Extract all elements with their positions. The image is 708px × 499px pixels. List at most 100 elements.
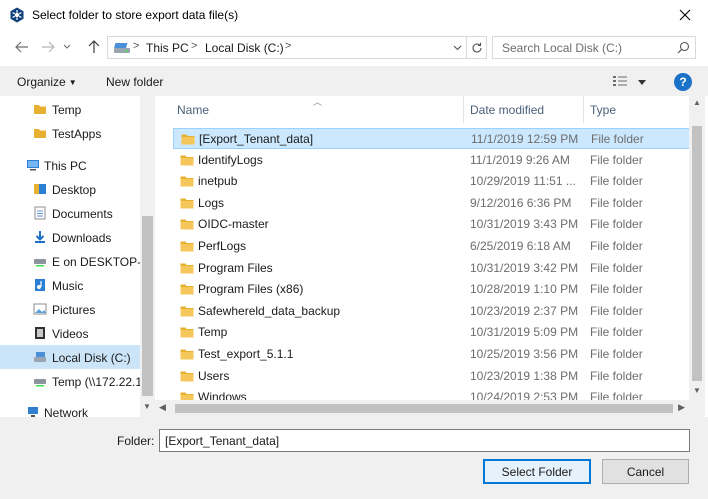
sidebar-item-documents[interactable]: Documents (0, 202, 140, 224)
breadcrumb-local-disk[interactable]: Local Disk (C:) (205, 41, 284, 55)
sidebar-item-e-drive[interactable]: E on DESKTOP-S (0, 250, 149, 272)
file-type: File folder (590, 282, 643, 297)
refresh-button[interactable] (466, 37, 486, 58)
table-row[interactable]: Temp 10/31/2019 5:09 PM File folder (173, 322, 690, 343)
close-icon (679, 9, 691, 21)
table-row[interactable]: IdentifyLogs 11/1/2019 9:26 AM File folder (173, 150, 690, 171)
scrollbar-thumb[interactable] (692, 126, 702, 381)
column-header-date-modified[interactable]: Date modified (470, 103, 544, 117)
breadcrumb-separator[interactable]: > (285, 40, 291, 52)
table-row[interactable]: inetpub 10/29/2019 11:51 ... File folder (173, 171, 690, 192)
table-row[interactable]: Logs 9/12/2016 6:36 PM File folder (173, 193, 690, 214)
scroll-up-arrow-icon[interactable]: ▲ (693, 98, 701, 107)
scroll-down-arrow-icon[interactable]: ▼ (143, 402, 151, 411)
window-title: Select folder to store export data file(… (32, 8, 239, 22)
close-button[interactable] (662, 0, 708, 30)
file-name: PerfLogs (198, 239, 247, 253)
breadcrumb-separator[interactable]: > (191, 40, 197, 52)
folder-icon (180, 263, 194, 274)
sidebar-item-network[interactable]: Network (0, 401, 140, 417)
column-divider[interactable] (463, 96, 464, 123)
column-header-name[interactable]: Name (177, 103, 209, 117)
address-bar[interactable]: > This PC > Local Disk (C:) > (107, 36, 487, 59)
file-type: File folder (590, 303, 643, 318)
sidebar-item-music[interactable]: Music (0, 274, 140, 296)
file-name: Test_export_5.1.1 (198, 347, 294, 361)
sidebar-item-testapps[interactable]: TestApps (0, 122, 140, 144)
sidebar-item-pictures[interactable]: Pictures (0, 298, 140, 320)
scrollbar-corner (689, 400, 705, 417)
sidebar-item-label: This PC (44, 159, 87, 173)
table-row[interactable]: [Export_Tenant_data] 11/1/2019 12:59 PM Fi… (173, 128, 690, 149)
file-date-modified: 6/25/2019 6:18 AM (470, 239, 571, 253)
sidebar-item-videos[interactable]: Videos (0, 322, 140, 344)
table-row[interactable]: OIDC-master 10/31/2019 3:43 PM File folder (173, 214, 690, 235)
folder-label: Folder: (117, 434, 155, 448)
table-row[interactable]: PerfLogs 6/25/2019 6:18 AM File folder (173, 236, 690, 257)
drive-icon (114, 43, 130, 53)
folder-input[interactable] (159, 429, 690, 452)
search-box[interactable]: Search Local Disk (C:) (492, 36, 696, 59)
back-button[interactable] (11, 36, 33, 58)
select-folder-button[interactable]: Select Folder (483, 459, 591, 484)
drive-icon (34, 352, 46, 362)
recent-locations-button[interactable] (60, 36, 74, 58)
change-view-button[interactable] (612, 74, 648, 90)
sidebar-item-label: Temp (52, 103, 82, 117)
refresh-icon (471, 42, 482, 52)
up-button[interactable] (83, 36, 105, 58)
cancel-button[interactable]: Cancel (602, 459, 689, 484)
up-arrow-icon (88, 40, 100, 53)
file-list-vertical-scrollbar[interactable]: ▲ ▼ (689, 96, 705, 400)
navigation-pane-scrollbar[interactable]: ▼ (140, 96, 155, 417)
file-name: inetpub (198, 174, 238, 189)
folder-icon (180, 306, 194, 317)
organize-menu[interactable]: Organize ▼ (17, 75, 77, 89)
help-button[interactable]: ? (674, 73, 692, 91)
table-row[interactable]: Safewhereld_data_backup 10/23/2019 2:37 P… (173, 301, 690, 322)
breadcrumb-this-pc[interactable]: This PC (146, 41, 189, 55)
scroll-down-arrow-icon[interactable]: ▼ (693, 386, 701, 395)
sidebar-item-label: Music (52, 279, 84, 293)
address-dropdown-button[interactable] (450, 40, 464, 55)
sidebar-item-this-pc[interactable]: This PC (0, 154, 140, 176)
sidebar-item-label: Network (44, 406, 89, 417)
file-name: Logs (198, 195, 225, 210)
sidebar-item-temp[interactable]: Temp (0, 98, 140, 120)
search-input[interactable]: Search Local Disk (C:) (502, 41, 622, 55)
table-row[interactable]: Users 10/23/2019 1:38 PM File folder (173, 366, 690, 387)
scroll-left-arrow-icon[interactable]: ◀ (159, 402, 166, 413)
file-date-modified: 10/31/2019 3:42 PM (470, 260, 579, 275)
file-name: OIDC-master (198, 217, 269, 232)
forward-button[interactable] (37, 36, 59, 58)
folder-icon (180, 198, 194, 209)
column-divider[interactable] (583, 96, 584, 123)
sidebar-item-local-disk[interactable]: Local Disk (C:) (0, 345, 140, 369)
file-name: [Export_Tenant_data] (199, 132, 314, 146)
file-type: File folder (590, 239, 643, 253)
organize-label: Organize (17, 75, 66, 89)
column-header-type[interactable]: Type (590, 103, 616, 117)
new-folder-button[interactable]: New folder (106, 75, 163, 89)
sidebar-item-downloads[interactable]: Downloads (0, 226, 140, 248)
folder-icon (34, 105, 46, 114)
file-name: Users (198, 368, 230, 383)
table-row[interactable]: Program Files (x86) 10/28/2019 1:10 PM Fil… (173, 279, 690, 300)
file-name: Program Files (x86) (198, 282, 304, 297)
file-name: Temp (198, 325, 228, 340)
table-row[interactable]: Test_export_5.1.1 10/25/2019 3:56 PM File … (173, 344, 690, 365)
sidebar-item-desktop[interactable]: Desktop (0, 178, 140, 200)
scrollbar-thumb[interactable] (175, 404, 673, 413)
folder-icon (180, 327, 194, 338)
command-bar: Organize ▼ New folder ? (0, 66, 708, 96)
scroll-right-arrow-icon[interactable]: ▶ (678, 402, 685, 413)
table-row[interactable]: Program Files 10/31/2019 3:42 PM File fold… (173, 258, 690, 279)
sidebar-item-temp-network[interactable]: Temp (\\172.22.1 (0, 370, 142, 392)
sidebar-item-label: Downloads (52, 231, 112, 245)
file-list-horizontal-scrollbar[interactable]: ◀ ▶ (155, 400, 689, 417)
scrollbar-thumb[interactable] (142, 216, 153, 396)
sidebar-item-label: E on DESKTOP-S (52, 255, 150, 269)
sidebar-item-label: TestApps (52, 127, 102, 141)
breadcrumb-separator[interactable]: > (133, 40, 139, 52)
chevron-down-icon (453, 45, 461, 50)
